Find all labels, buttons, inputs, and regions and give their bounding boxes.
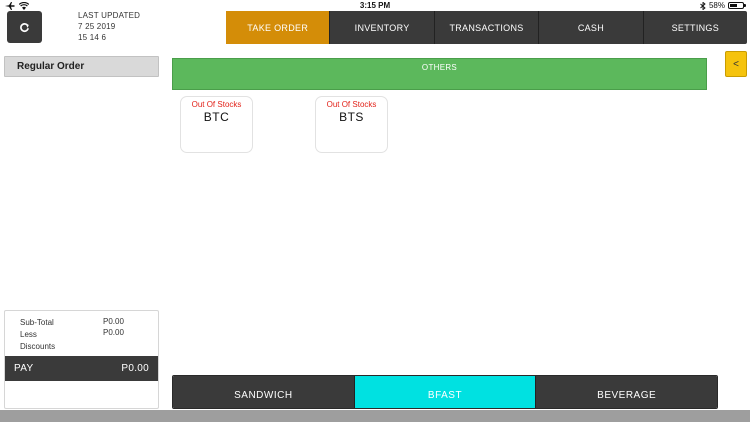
tab-beverage[interactable]: BEVERAGE	[536, 376, 717, 408]
subtotal-label: Sub-Total	[20, 318, 54, 327]
battery-fill	[730, 4, 737, 7]
stock-status: Out Of Stocks	[191, 100, 242, 109]
battery-icon	[728, 2, 746, 9]
discounts-label: Discounts	[20, 342, 56, 351]
order-type-selector[interactable]: Regular Order	[4, 56, 159, 77]
refresh-icon	[20, 22, 29, 32]
stock-status: Out Of Stocks	[326, 100, 377, 109]
bottom-category-tabs: SANDWICH BFAST BEVERAGE	[172, 375, 718, 409]
order-summary: Sub-Total P0.00 Less P0.00 Discounts PAY…	[4, 310, 159, 409]
product-name: BTS	[339, 110, 364, 124]
bluetooth-icon	[700, 1, 706, 10]
last-updated: LAST UPDATED 7 25 2019 15 14 6	[78, 10, 140, 43]
tab-settings[interactable]: SETTINGS	[644, 11, 747, 44]
tab-sandwich[interactable]: SANDWICH	[173, 376, 355, 408]
product-card-bts[interactable]: Out Of Stocks BTS	[315, 96, 388, 153]
product-card-btc[interactable]: Out Of Stocks BTC	[180, 96, 253, 153]
battery-percent: 58%	[708, 1, 725, 10]
pay-label: PAY	[14, 363, 34, 374]
top-nav: TAKE ORDER INVENTORY TRANSACTIONS CASH S…	[226, 11, 747, 44]
chevron-left-icon: <	[733, 58, 739, 70]
pay-amount: P0.00	[121, 363, 149, 374]
tab-transactions[interactable]: TRANSACTIONS	[435, 11, 540, 44]
pay-button[interactable]: PAY P0.00	[5, 356, 158, 381]
less-label: Less	[20, 330, 37, 339]
subtotal-value: P0.00	[103, 317, 124, 326]
product-name: BTC	[203, 110, 230, 124]
tab-take-order[interactable]: TAKE ORDER	[226, 11, 331, 44]
last-updated-date: 7 25 2019	[78, 22, 116, 31]
refresh-button[interactable]	[7, 11, 42, 43]
status-right: 58%	[700, 0, 746, 11]
collapse-button[interactable]: <	[725, 51, 747, 77]
bottom-strip	[0, 410, 750, 422]
tab-bfast[interactable]: BFAST	[354, 376, 537, 408]
tab-inventory[interactable]: INVENTORY	[330, 11, 435, 44]
last-updated-time: 15 14 6	[78, 33, 107, 42]
tab-cash[interactable]: CASH	[539, 11, 644, 44]
category-banner[interactable]: OTHERS	[172, 58, 707, 90]
less-value: P0.00	[103, 328, 124, 337]
last-updated-label: LAST UPDATED	[78, 11, 141, 20]
